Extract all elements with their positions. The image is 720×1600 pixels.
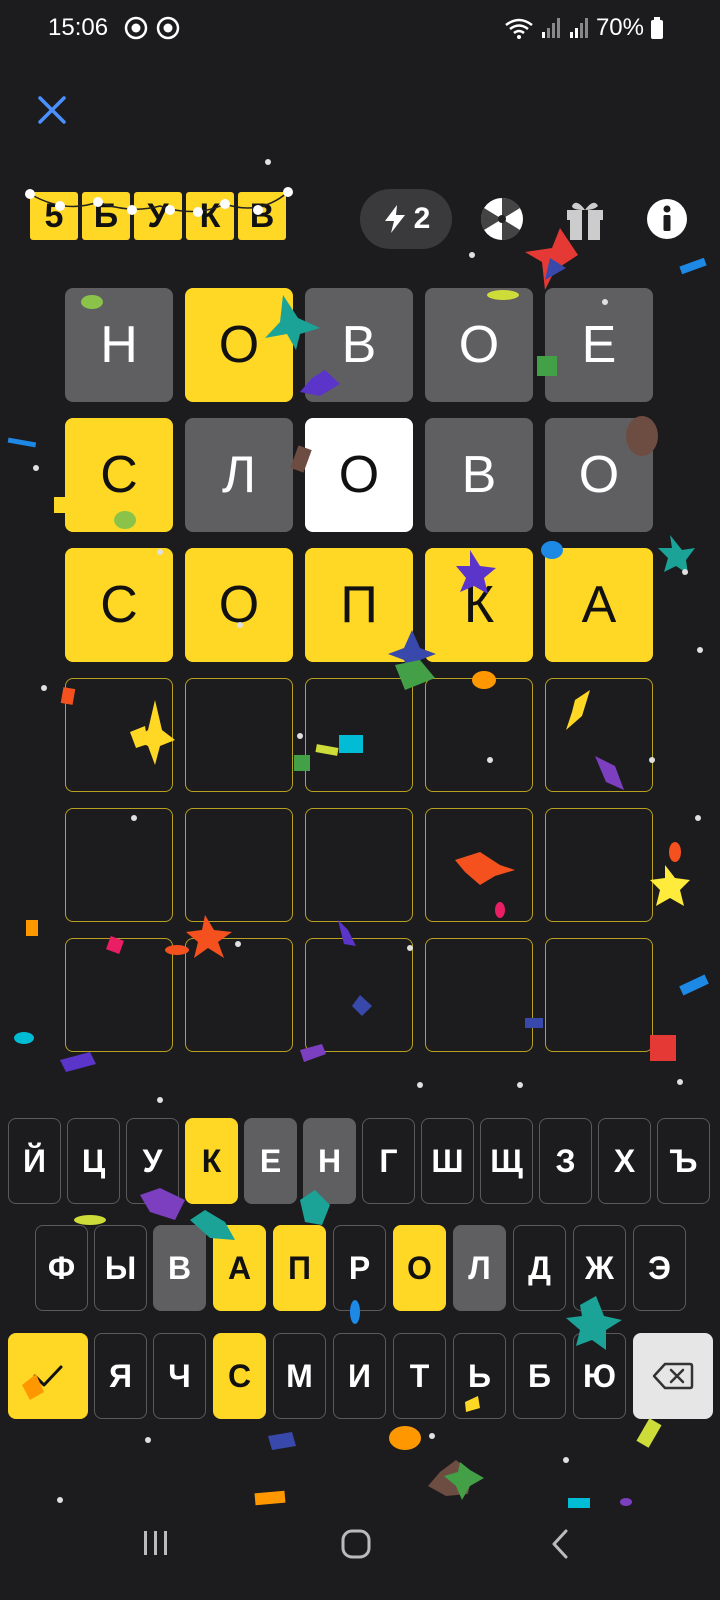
signal-icon (541, 18, 560, 38)
board-tile: В (305, 288, 413, 402)
key[interactable]: Ы (94, 1225, 147, 1311)
key[interactable]: Л (453, 1225, 506, 1311)
key[interactable]: С (213, 1333, 266, 1419)
recent-apps-icon[interactable] (140, 1528, 172, 1558)
key[interactable]: Б (513, 1333, 566, 1419)
key[interactable]: К (185, 1118, 238, 1204)
board-tile: О (185, 288, 293, 402)
gift-icon[interactable] (562, 196, 608, 242)
status-right: 70% (504, 14, 664, 42)
board-tile: П (305, 548, 413, 662)
board-tile (305, 938, 413, 1052)
board-tile: Е (545, 288, 653, 402)
enter-button[interactable] (8, 1333, 88, 1419)
board-tile (425, 938, 533, 1052)
key[interactable]: Т (393, 1333, 446, 1419)
board-tile (545, 808, 653, 922)
key[interactable]: Ж (573, 1225, 626, 1311)
board-tile: А (545, 548, 653, 662)
board-tile (185, 938, 293, 1052)
key[interactable]: А (213, 1225, 266, 1311)
close-icon[interactable] (34, 92, 70, 128)
hint-count: 2 (413, 202, 431, 235)
info-icon[interactable] (644, 196, 690, 242)
back-icon[interactable] (548, 1528, 572, 1560)
hint-button[interactable]: 2 (360, 189, 452, 249)
board-tile (545, 678, 653, 792)
board-tile (425, 678, 533, 792)
board-tile (65, 938, 173, 1052)
board-tile: С (65, 418, 173, 532)
key[interactable]: У (126, 1118, 179, 1204)
garland-lights-icon (25, 187, 293, 217)
key[interactable]: Ь (453, 1333, 506, 1419)
battery-percentage: 70% (595, 14, 644, 41)
board-tile: Л (185, 418, 293, 532)
backspace-button[interactable] (633, 1333, 713, 1419)
key[interactable]: Я (94, 1333, 147, 1419)
board-tile (65, 678, 173, 792)
system-navigation-bar (0, 1506, 720, 1600)
board-tile: С (65, 548, 173, 662)
key[interactable]: Ю (573, 1333, 626, 1419)
key[interactable]: Ш (421, 1118, 474, 1204)
board-tile (305, 678, 413, 792)
key[interactable]: И (333, 1333, 386, 1419)
board-tile: К (425, 548, 533, 662)
key[interactable]: Ъ (657, 1118, 710, 1204)
home-icon[interactable] (340, 1528, 372, 1560)
key[interactable]: Р (333, 1225, 386, 1311)
key[interactable]: Н (303, 1118, 356, 1204)
board-tile: О (545, 418, 653, 532)
board-tile: В (425, 418, 533, 532)
key[interactable]: З (539, 1118, 592, 1204)
key[interactable]: П (273, 1225, 326, 1311)
key[interactable]: Ч (153, 1333, 206, 1419)
lightning-icon (384, 205, 405, 233)
board-tile (65, 808, 173, 922)
key[interactable]: Г (362, 1118, 415, 1204)
key[interactable]: Е (244, 1118, 297, 1204)
key[interactable]: Э (633, 1225, 686, 1311)
battery-icon (651, 17, 663, 39)
board-tile: Н (65, 288, 173, 402)
status-notification-icons (124, 16, 180, 40)
wheel-icon[interactable] (479, 196, 525, 242)
key[interactable]: В (153, 1225, 206, 1311)
status-bar: 15:06 70% (0, 0, 720, 56)
board-tile: О (185, 548, 293, 662)
board-tile: О (305, 418, 413, 532)
key[interactable]: Д (513, 1225, 566, 1311)
board-tile: О (425, 288, 533, 402)
notification-target-icon (124, 16, 148, 40)
status-time: 15:06 (48, 14, 109, 41)
notification-target-icon (156, 16, 180, 40)
key[interactable]: Х (598, 1118, 651, 1204)
key[interactable]: Ф (35, 1225, 88, 1311)
board-tile (425, 808, 533, 922)
board-tile (545, 938, 653, 1052)
key[interactable]: О (393, 1225, 446, 1311)
checkmark-icon (33, 1365, 63, 1387)
backspace-icon (652, 1362, 694, 1390)
key[interactable]: Ц (67, 1118, 120, 1204)
wifi-icon (505, 18, 533, 39)
board-tile (185, 808, 293, 922)
board-tile (305, 808, 413, 922)
key[interactable]: Й (8, 1118, 61, 1204)
board-tile (185, 678, 293, 792)
key[interactable]: Щ (480, 1118, 533, 1204)
key[interactable]: М (273, 1333, 326, 1419)
signal-icon (569, 18, 588, 38)
